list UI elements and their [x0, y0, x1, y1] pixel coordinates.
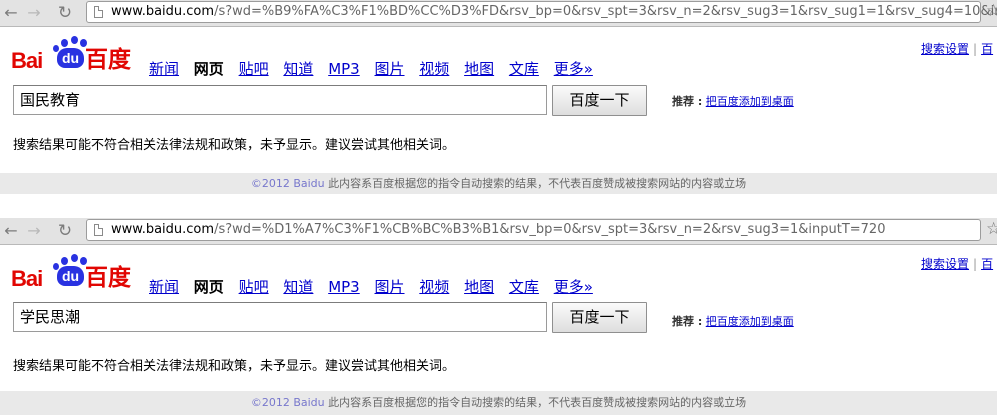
logo-du-paw: du [57, 266, 84, 286]
search-settings-link[interactable]: 搜索设置 [921, 42, 969, 56]
footer: ©2012 Baidu 此内容系百度根据您的指令自动搜索的结果，不代表百度赞成被… [0, 173, 997, 194]
browser-toolbar: ← → ↻ www.baidu.com/s?wd=%D1%A7%C3%F1%CB… [0, 218, 997, 245]
top-link-separator: | [973, 257, 978, 271]
add-to-desktop-link[interactable]: 把百度添加到桌面 [706, 95, 794, 108]
page-icon [94, 6, 103, 18]
top-links: 搜索设置 | 百 [921, 40, 993, 57]
reload-icon[interactable]: ↻ [56, 4, 74, 22]
recommend-area: 推荐 : 把百度添加到桌面 [672, 93, 794, 109]
forward-arrow-icon[interactable]: → [25, 4, 43, 22]
footer-disclaimer: 此内容系百度根据您的指令自动搜索的结果，不代表百度赞成被搜索网站的内容或立场 [328, 396, 747, 409]
tab-tieba[interactable]: 贴吧 [239, 60, 269, 78]
tab-map[interactable]: 地图 [464, 278, 494, 296]
tab-more[interactable]: 更多» [554, 60, 593, 78]
tab-images[interactable]: 图片 [375, 60, 405, 78]
search-settings-link[interactable]: 搜索设置 [921, 257, 969, 271]
browser-toolbar: ← → ↻ www.baidu.com/s?wd=%B9%FA%C3%F1%BD… [0, 0, 997, 27]
search-input[interactable]: 学民思潮 [13, 302, 547, 332]
search-category-tabs: 新闻 网页 贴吧 知道 MP3 图片 视频 地图 文库 更多» [149, 276, 603, 297]
logo-du-paw: du [57, 48, 84, 68]
tab-map[interactable]: 地图 [464, 60, 494, 78]
browser-window-2: ← → ↻ www.baidu.com/s?wd=%D1%A7%C3%F1%CB… [0, 218, 997, 415]
add-to-desktop-link[interactable]: 把百度添加到桌面 [706, 315, 794, 328]
address-bar[interactable]: www.baidu.com/s?wd=%B9%FA%C3%F1%BD%CC%D3… [86, 1, 997, 23]
address-bar[interactable]: www.baidu.com/s?wd=%D1%A7%C3%F1%CB%BC%B3… [86, 219, 981, 241]
recommend-area: 推荐 : 把百度添加到桌面 [672, 313, 794, 329]
baidu-logo[interactable]: Bai du 百度 [11, 36, 133, 76]
search-input[interactable]: 国民教育 [13, 85, 547, 115]
footer-copyright[interactable]: ©2012 Baidu [251, 177, 325, 190]
tab-news[interactable]: 新闻 [149, 60, 179, 78]
tab-news[interactable]: 新闻 [149, 278, 179, 296]
tab-mp3[interactable]: MP3 [328, 278, 360, 296]
bookmark-star-icon[interactable]: ☆ [986, 218, 997, 240]
recommend-label: 推荐 : [672, 315, 703, 328]
tab-zhidao[interactable]: 知道 [283, 60, 313, 78]
footer-disclaimer: 此内容系百度根据您的指令自动搜索的结果，不代表百度赞成被搜索网站的内容或立场 [328, 177, 747, 190]
top-link-partial[interactable]: 百 [981, 257, 993, 271]
top-link-separator: | [973, 42, 978, 56]
censorship-notice: 搜索结果可能不符合相关法律法规和政策，未予显示。建议尝试其他相关词。 [13, 138, 456, 153]
baidu-logo[interactable]: Bai du 百度 [11, 254, 133, 294]
tab-video[interactable]: 视频 [419, 60, 449, 78]
forward-arrow-icon[interactable]: → [25, 222, 43, 240]
top-link-partial[interactable]: 百 [981, 42, 993, 56]
tab-zhidao[interactable]: 知道 [283, 278, 313, 296]
footer: ©2012 Baidu 此内容系百度根据您的指令自动搜索的结果，不代表百度赞成被… [0, 391, 997, 415]
footer-copyright[interactable]: ©2012 Baidu [251, 396, 325, 409]
search-button[interactable]: 百度一下 [552, 85, 647, 116]
tab-web: 网页 [193, 60, 224, 78]
recommend-label: 推荐 : [672, 95, 703, 108]
censorship-notice: 搜索结果可能不符合相关法律法规和政策，未予显示。建议尝试其他相关词。 [13, 359, 456, 374]
search-button[interactable]: 百度一下 [552, 302, 647, 333]
bookmark-star-icon[interactable]: ☆ [986, 0, 997, 22]
browser-window-1: ← → ↻ www.baidu.com/s?wd=%B9%FA%C3%F1%BD… [0, 0, 997, 194]
url-text: www.baidu.com/s?wd=%B9%FA%C3%F1%BD%CC%D3… [111, 4, 997, 19]
tab-wenku[interactable]: 文库 [509, 60, 539, 78]
tab-tieba[interactable]: 贴吧 [239, 278, 269, 296]
search-category-tabs: 新闻 网页 贴吧 知道 MP3 图片 视频 地图 文库 更多» [149, 58, 603, 79]
tab-video[interactable]: 视频 [419, 278, 449, 296]
tab-wenku[interactable]: 文库 [509, 278, 539, 296]
tab-mp3[interactable]: MP3 [328, 60, 360, 78]
logo-chinese-text: 百度 [85, 46, 131, 72]
tab-web: 网页 [193, 278, 224, 296]
reload-icon[interactable]: ↻ [56, 222, 74, 240]
logo-bai-text: Bai [11, 266, 43, 291]
tab-images[interactable]: 图片 [375, 278, 405, 296]
tab-more[interactable]: 更多» [554, 278, 593, 296]
logo-bai-text: Bai [11, 48, 43, 73]
top-links: 搜索设置 | 百 [921, 255, 993, 272]
logo-chinese-text: 百度 [85, 264, 131, 290]
page-icon [94, 224, 103, 236]
back-arrow-icon[interactable]: ← [2, 4, 20, 22]
back-arrow-icon[interactable]: ← [2, 222, 20, 240]
url-text: www.baidu.com/s?wd=%D1%A7%C3%F1%CB%BC%B3… [111, 222, 886, 237]
